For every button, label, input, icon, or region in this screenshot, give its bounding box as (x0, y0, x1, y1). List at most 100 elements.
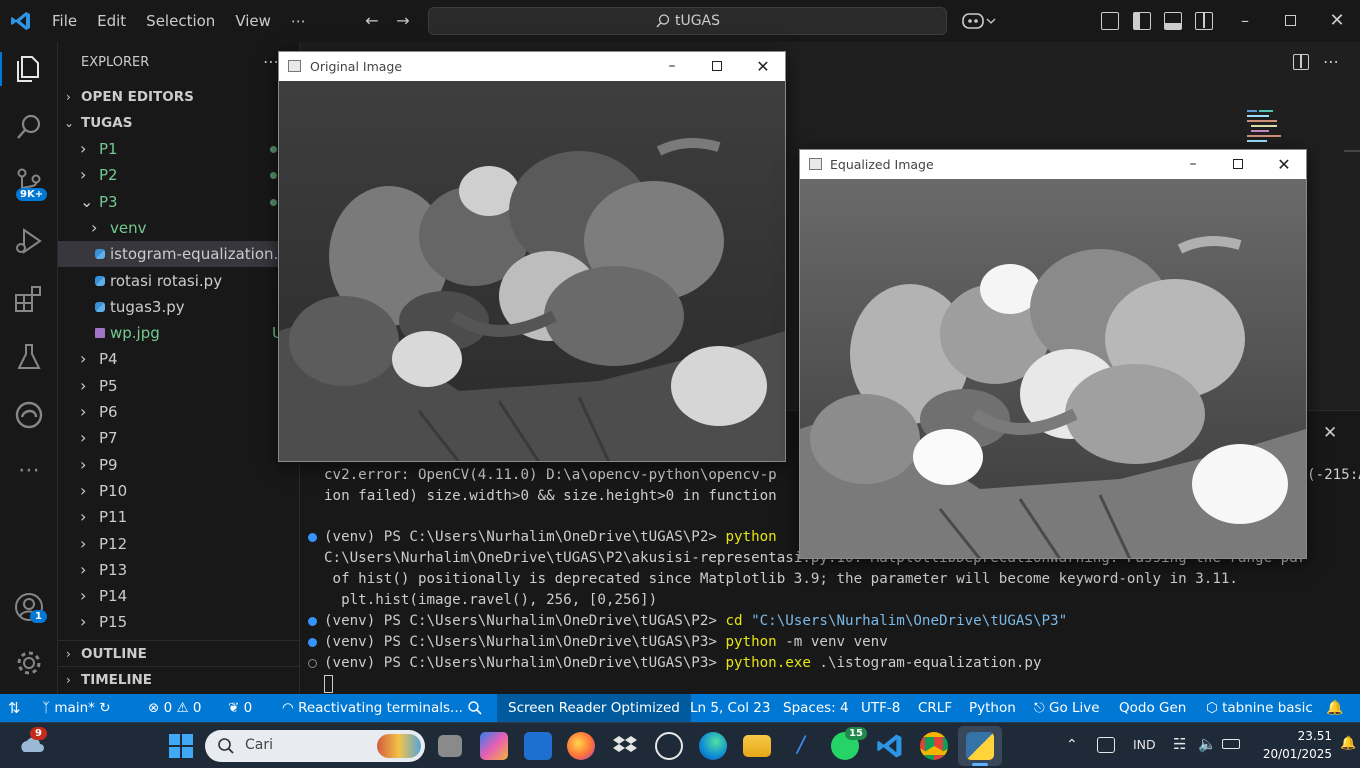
explorer-icon[interactable] (12, 52, 46, 86)
menu-more[interactable]: ⋯ (281, 0, 316, 42)
split-editor-icon[interactable] (1293, 54, 1309, 70)
tree-folder[interactable]: › P1 (58, 136, 299, 162)
tree-folder[interactable]: › P10 (58, 478, 299, 504)
customize-layout-icon[interactable] (1101, 12, 1119, 30)
remote-indicator-icon[interactable]: ⇅ (8, 694, 34, 722)
close-icon[interactable]: ✕ (1261, 150, 1307, 179)
notification-bell-icon[interactable]: 🔔 (1340, 736, 1356, 751)
search-icon[interactable] (12, 110, 46, 144)
screen-reader-mode[interactable]: Screen Reader Optimized (497, 694, 691, 722)
start-windows-icon[interactable] (168, 733, 194, 759)
chrome-icon[interactable] (920, 732, 948, 760)
go-live[interactable]: ⎋ Go Live (1034, 694, 1100, 722)
tree-folder[interactable]: › P9 (58, 452, 299, 478)
firefox-icon[interactable] (567, 732, 595, 760)
tree-folder[interactable]: › P13 (58, 557, 299, 583)
editor-more-icon[interactable]: ⋯ (1323, 52, 1339, 71)
testing-icon[interactable] (12, 340, 46, 374)
menu-view[interactable]: View (225, 0, 281, 42)
command-center-search[interactable]: tUGAS (428, 7, 947, 35)
toggle-panel-icon[interactable] (1164, 12, 1182, 30)
window-titlebar[interactable]: Equalized Image – ✕ (800, 150, 1306, 179)
menu-file[interactable]: File (42, 0, 87, 42)
explorer-more-icon[interactable]: ⋯ (263, 52, 279, 71)
dev-tool-icon[interactable]: / (787, 732, 815, 760)
equalized-image-window[interactable]: Equalized Image – ✕ (799, 149, 1307, 559)
hidden-icons-chevron-icon[interactable]: ⌃ (1066, 737, 1078, 753)
workspace-section[interactable]: ⌄ TUGAS (58, 110, 299, 136)
terminal-activation-status[interactable]: ◠ Reactivating terminals... (282, 694, 463, 722)
weather-icon[interactable]: 9 (18, 727, 47, 760)
clock-time[interactable]: 23.51 (1286, 729, 1332, 743)
toggle-secondary-sidebar-icon[interactable] (1195, 12, 1213, 30)
file-explorer-icon[interactable] (743, 735, 771, 757)
original-image-window[interactable]: Original Image – ✕ (278, 51, 786, 462)
tree-folder[interactable]: › venv (58, 215, 299, 241)
language-indicator[interactable]: IND (1133, 737, 1156, 752)
timeline-section[interactable]: › TIMELINE (58, 666, 299, 692)
minimize-icon[interactable]: – (649, 52, 695, 81)
tree-file[interactable]: istogram-equalization.py (58, 241, 299, 268)
tree-folder[interactable]: › P7 (58, 425, 299, 451)
zoom-icon[interactable] (467, 694, 483, 722)
vscode-taskbar-icon[interactable] (876, 732, 904, 760)
tree-file[interactable]: tugas3.py (58, 294, 299, 320)
tree-folder[interactable]: › P11 (58, 504, 299, 530)
command-success-dot[interactable] (308, 533, 317, 542)
menu-selection[interactable]: Selection (136, 0, 225, 42)
extensions-icon[interactable] (12, 282, 46, 316)
tree-file[interactable]: wp.jpgU (58, 320, 299, 346)
forward-arrow-icon[interactable]: → (392, 10, 414, 32)
task-view-icon[interactable] (438, 735, 462, 757)
ports-indicator[interactable]: ❦ 0 (228, 694, 252, 722)
chatgpt-icon[interactable] (655, 732, 683, 760)
security-tray-icon[interactable] (1097, 737, 1115, 753)
indentation[interactable]: Spaces: 4 (783, 694, 849, 722)
edge-browser-icon[interactable] (699, 732, 727, 760)
open-editors-section[interactable]: › OPEN EDITORS (58, 84, 299, 110)
tree-folder[interactable]: ⌄ P3 (58, 189, 299, 215)
wifi-icon[interactable]: ☵ (1173, 735, 1186, 753)
source-control-icon[interactable]: 9K+ (12, 166, 48, 201)
copilot-icon[interactable] (962, 10, 998, 32)
window-titlebar[interactable]: Original Image – ✕ (279, 52, 785, 81)
cursor-position[interactable]: Ln 5, Col 23 (690, 694, 770, 722)
tree-folder[interactable]: › P12 (58, 531, 299, 557)
battery-icon[interactable] (1222, 739, 1240, 749)
restore-icon[interactable] (1285, 15, 1296, 26)
tree-folder[interactable]: › P6 (58, 399, 299, 425)
store-icon[interactable] (524, 732, 552, 760)
run-debug-icon[interactable] (12, 224, 46, 258)
volume-icon[interactable]: 🔈 (1198, 735, 1217, 753)
close-icon[interactable]: ✕ (740, 52, 786, 81)
tree-folder[interactable]: › P14 (58, 583, 299, 609)
accounts-icon[interactable]: 1 (12, 590, 47, 624)
minimize-icon[interactable]: – (1234, 10, 1256, 32)
close-icon[interactable]: ✕ (1326, 10, 1348, 32)
problems-indicator[interactable]: ⊗ 0 ⚠ 0 (148, 694, 202, 722)
taskbar-search-box[interactable]: Cari (205, 730, 425, 762)
dropbox-icon[interactable] (611, 732, 639, 760)
encoding[interactable]: UTF-8 (861, 694, 900, 722)
notifications-bell-icon[interactable]: 🔔 (1326, 694, 1343, 722)
more-views-icon[interactable]: ⋯ (12, 456, 46, 490)
copilot-app-icon[interactable] (480, 732, 508, 760)
outline-section[interactable]: › OUTLINE (58, 640, 299, 666)
tabnine-status[interactable]: ⬡ tabnine basic (1206, 694, 1313, 722)
tree-folder[interactable]: › P5 (58, 373, 299, 399)
toggle-primary-sidebar-icon[interactable] (1133, 12, 1151, 30)
settings-gear-icon[interactable] (12, 646, 46, 680)
minimap[interactable] (1245, 108, 1301, 144)
clock-date[interactable]: 20/01/2025 (1262, 747, 1332, 761)
tree-file[interactable]: rotasi rotasi.py (58, 268, 299, 294)
whatsapp-icon[interactable]: 15 (831, 727, 867, 760)
tree-folder[interactable]: › P4 (58, 346, 299, 372)
end-of-line[interactable]: CRLF (918, 694, 952, 722)
editor-scrollbar[interactable] (1344, 150, 1360, 152)
tree-folder[interactable]: › P2 (58, 162, 299, 188)
language-mode[interactable]: Python (969, 694, 1016, 722)
minimize-icon[interactable]: – (1170, 150, 1216, 179)
vscode-logo-icon[interactable] (10, 10, 32, 32)
panel-close-icon[interactable]: ✕ (1323, 423, 1337, 443)
back-arrow-icon[interactable]: ← (361, 10, 383, 32)
